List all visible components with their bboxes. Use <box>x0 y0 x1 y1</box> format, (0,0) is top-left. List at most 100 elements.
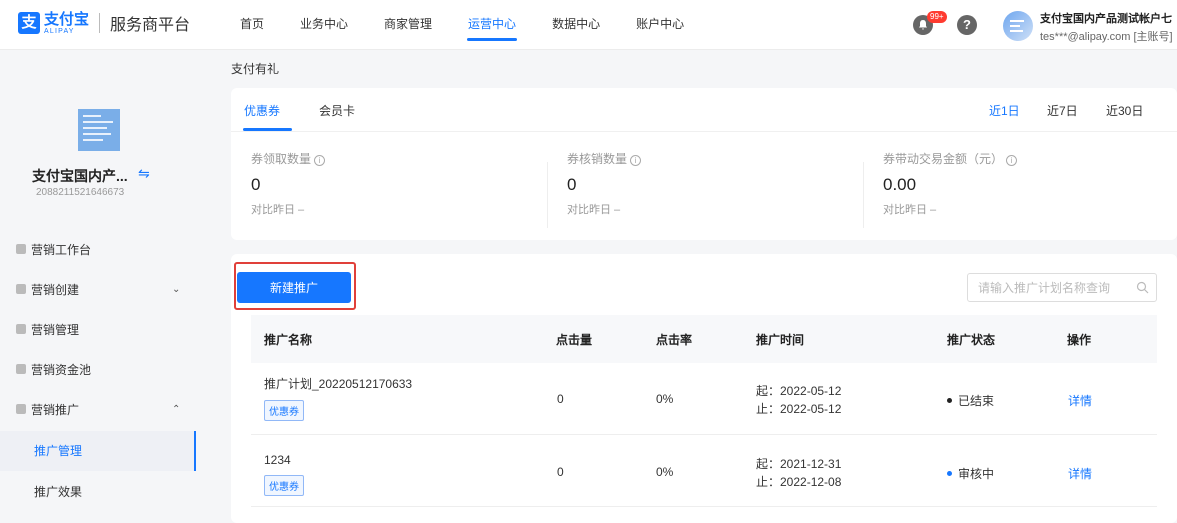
stats-card: 优惠券 会员卡 近1日 近7日 近30日 券领取数量 i 0 对比昨日 – 券核销… <box>231 88 1177 240</box>
merchant-id: 2088211521646673 <box>36 187 125 198</box>
status-text: 审核中 <box>958 467 995 481</box>
promotion-icon <box>16 404 26 414</box>
logo-text-cn: 支付宝 <box>44 10 90 28</box>
sidebar-item-label: 营销资金池 <box>31 362 92 377</box>
fund-icon <box>16 364 26 374</box>
sidebar-item-promotion-effect[interactable]: 推广效果 <box>0 472 196 512</box>
sidebar: 支付宝国内产... ⇋ 2088211521646673 营销工作台 营销创建 … <box>0 51 196 523</box>
chart-icon <box>16 324 26 334</box>
info-icon[interactable]: i <box>1006 155 1018 166</box>
table-row: 推广计划_20220512170633 优惠券 0 0% 起：2022-05-1… <box>251 363 1157 435</box>
end-date: 止：2022-12-08 <box>756 475 842 489</box>
main-nav: 首页 业务中心 商家管理 运营中心 数据中心 账户中心 <box>222 0 702 50</box>
breadcrumb: 支付有礼 <box>231 62 280 76</box>
click-count: 0 <box>557 465 564 479</box>
new-promotion-button[interactable]: 新建推广 <box>237 272 351 303</box>
tab-coupons[interactable]: 优惠券 <box>244 102 280 119</box>
logo[interactable]: 支 支付宝 ALIPAY 服务商平台 <box>18 11 190 35</box>
info-icon[interactable]: i <box>630 155 642 166</box>
merchant-name: 支付宝国内产... <box>32 168 128 184</box>
end-date: 止：2022-05-12 <box>756 402 842 416</box>
home-icon <box>16 244 26 254</box>
tab-membership-card[interactable]: 会员卡 <box>319 102 355 119</box>
logo-text-en: ALIPAY <box>44 27 75 35</box>
logo-divider <box>99 13 101 33</box>
alipay-logo-icon: 支 <box>18 12 40 34</box>
table-row: 1234 优惠券 0 0% 起：2021-12-31 止：2022-12-08 … <box>251 435 1157 507</box>
search-input[interactable] <box>968 274 1128 301</box>
column-header-click-rate: 点击率 <box>656 333 693 347</box>
promotion-list-card: 新建推广 推广名称 点击量 点击率 推广时间 推广状态 操作 推广计划_2022… <box>231 254 1177 523</box>
sidebar-item-fund-pool[interactable]: 营销资金池 <box>0 349 196 389</box>
stat-label: 券核销数量 <box>567 152 628 166</box>
status: 已结束 <box>947 392 994 409</box>
tab-bar: 优惠券 会员卡 近1日 近7日 近30日 <box>231 88 1177 132</box>
status: 审核中 <box>947 465 994 482</box>
click-rate: 0% <box>656 392 674 406</box>
start-date: 起：2021-12-31 <box>756 457 842 471</box>
column-header-actions: 操作 <box>1067 333 1092 347</box>
start-date: 起：2022-05-12 <box>756 384 842 398</box>
help-icon[interactable]: ? <box>957 15 977 35</box>
range-30-days[interactable]: 近30日 <box>1106 102 1143 119</box>
nav-home[interactable]: 首页 <box>222 0 282 50</box>
search-icon[interactable] <box>1136 281 1149 294</box>
nav-business-center[interactable]: 业务中心 <box>282 0 366 50</box>
search-box <box>967 273 1157 302</box>
sidebar-item-promotion-management[interactable]: 推广管理 <box>0 431 196 471</box>
nav-operations-center[interactable]: 运营中心 <box>450 0 534 50</box>
info-icon[interactable]: i <box>314 155 326 166</box>
tag-icon <box>16 284 26 294</box>
top-nav-bar: 支 支付宝 ALIPAY 服务商平台 首页 业务中心 商家管理 运营中心 数据中… <box>0 0 1177 50</box>
merchant-avatar <box>78 109 120 151</box>
nav-data-center[interactable]: 数据中心 <box>534 0 618 50</box>
stat-coupons-redeemed: 券核销数量 i 0 对比昨日 – <box>567 150 867 217</box>
stat-coupons-claimed: 券领取数量 i 0 对比昨日 – <box>251 150 551 217</box>
sidebar-item-label: 营销创建 <box>31 282 80 297</box>
stat-compare: 对比昨日 – <box>251 204 305 216</box>
divider <box>863 162 864 228</box>
chevron-down-icon: ⌄ <box>172 283 181 295</box>
column-header-status: 推广状态 <box>947 333 996 347</box>
stat-label: 券带动交易金额（元） <box>883 152 1004 166</box>
range-1-day[interactable]: 近1日 <box>989 102 1020 119</box>
stat-value: 0 <box>567 175 577 194</box>
range-7-days[interactable]: 近7日 <box>1047 102 1078 119</box>
column-header-time: 推广时间 <box>756 333 805 347</box>
coupon-tag: 优惠券 <box>264 475 304 496</box>
status-dot <box>947 398 952 403</box>
account-email: tes***@alipay.com [主账号] <box>1040 31 1173 43</box>
column-header-name: 推广名称 <box>264 333 313 347</box>
promotion-name: 推广计划_20220512170633 <box>264 377 413 391</box>
sidebar-item-marketing-workbench[interactable]: 营销工作台 <box>0 229 196 269</box>
details-link[interactable]: 详情 <box>1068 392 1092 409</box>
promotion-table: 推广名称 点击量 点击率 推广时间 推广状态 操作 推广计划_202205121… <box>251 315 1157 507</box>
tab-active-indicator <box>243 128 292 131</box>
sidebar-item-marketing-management[interactable]: 营销管理 <box>0 309 196 349</box>
stat-compare: 对比昨日 – <box>567 204 621 216</box>
switch-merchant-icon[interactable]: ⇋ <box>138 165 150 182</box>
sidebar-item-label: 营销工作台 <box>31 242 92 257</box>
status-text: 已结束 <box>958 394 995 408</box>
chevron-up-icon: ⌃ <box>172 403 181 415</box>
sidebar-item-marketing-promotion[interactable]: 营销推广 ⌃ <box>0 389 196 429</box>
nav-account-center[interactable]: 账户中心 <box>618 0 702 50</box>
stat-transaction-amount: 券带动交易金额（元） i 0.00 对比昨日 – <box>883 150 1177 217</box>
promotion-name: 1234 <box>264 453 291 467</box>
status-dot <box>947 471 952 476</box>
click-count: 0 <box>557 392 564 406</box>
sidebar-item-marketing-create[interactable]: 营销创建 ⌄ <box>0 269 196 309</box>
stat-label: 券领取数量 <box>251 152 312 166</box>
sidebar-item-label: 营销管理 <box>31 322 80 337</box>
table-header: 推广名称 点击量 点击率 推广时间 推广状态 操作 <box>251 315 1157 363</box>
coupon-tag: 优惠券 <box>264 400 304 421</box>
sidebar-item-label: 营销推广 <box>31 402 80 417</box>
details-link[interactable]: 详情 <box>1068 465 1092 482</box>
divider <box>547 162 548 228</box>
account-name[interactable]: 支付宝国内产品测试帐户七 <box>1040 10 1172 26</box>
avatar[interactable] <box>1003 11 1033 41</box>
stat-value: 0 <box>251 175 261 194</box>
platform-name: 服务商平台 <box>110 17 191 34</box>
nav-merchant-management[interactable]: 商家管理 <box>366 0 450 50</box>
stat-compare: 对比昨日 – <box>883 204 937 216</box>
